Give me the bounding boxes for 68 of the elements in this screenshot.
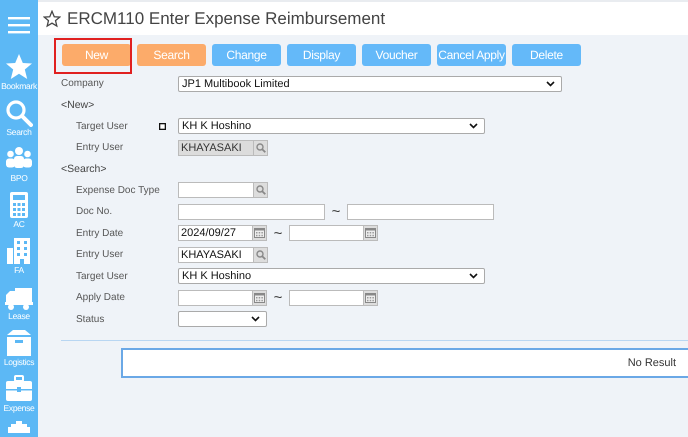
lookup-button[interactable] bbox=[254, 182, 268, 198]
result-message: No Result bbox=[628, 357, 676, 369]
calendar-icon bbox=[254, 228, 265, 238]
briefcase-icon[interactable] bbox=[4, 375, 33, 403]
field-label: Entry Date bbox=[76, 228, 124, 239]
caret-icon bbox=[546, 80, 555, 87]
calendar-button[interactable] bbox=[364, 225, 378, 242]
sidebar-label[interactable]: Logistics bbox=[4, 357, 34, 368]
calendar-button[interactable] bbox=[253, 225, 267, 242]
section-heading: <New> bbox=[61, 98, 96, 112]
menu-icon[interactable] bbox=[8, 16, 30, 34]
star-outline-icon[interactable] bbox=[43, 10, 61, 28]
field-label: Entry User bbox=[76, 142, 124, 154]
field-label: Doc No. bbox=[76, 206, 112, 218]
box-icon[interactable] bbox=[5, 329, 33, 357]
date-field[interactable] bbox=[289, 290, 364, 306]
calendar-button[interactable] bbox=[253, 290, 267, 306]
sidebar-label[interactable]: Expense bbox=[4, 403, 34, 414]
field-label: Target User bbox=[76, 120, 128, 132]
calendar-icon bbox=[365, 228, 376, 238]
action-button[interactable]: Delete bbox=[512, 44, 581, 66]
text-field[interactable] bbox=[178, 182, 254, 198]
page-title: ERCM110 Enter Expense Reimbursement bbox=[67, 8, 386, 28]
text-field[interactable]: KHAYASAKI bbox=[178, 246, 254, 263]
calendar-button[interactable] bbox=[364, 290, 378, 306]
search-icon bbox=[256, 185, 266, 196]
date-field[interactable]: 2024/09/27 bbox=[178, 225, 253, 242]
caret-icon bbox=[251, 316, 260, 322]
action-button[interactable]: Cancel Apply bbox=[437, 44, 506, 66]
action-button[interactable]: Change bbox=[212, 44, 281, 66]
action-button[interactable]: New bbox=[62, 44, 131, 66]
date-field[interactable] bbox=[178, 290, 253, 306]
search-icon[interactable] bbox=[5, 99, 33, 127]
section-heading: <Search> bbox=[61, 162, 108, 176]
dropdown[interactable]: KH K Hoshino bbox=[178, 118, 485, 134]
sidebar-label[interactable]: FA bbox=[14, 265, 24, 276]
caret-icon bbox=[469, 123, 478, 130]
sidebar-label[interactable]: Search bbox=[6, 127, 32, 138]
calendar-icon bbox=[254, 292, 265, 303]
action-button[interactable]: Voucher bbox=[362, 44, 431, 66]
search-icon bbox=[256, 250, 266, 260]
range-separator: ~ bbox=[272, 289, 284, 306]
search-icon bbox=[256, 142, 266, 153]
building-icon[interactable] bbox=[5, 237, 33, 265]
field-label: Target User bbox=[76, 270, 128, 282]
dropdown[interactable]: JP1 Multibook Limited bbox=[178, 76, 562, 92]
field-label: Company bbox=[61, 78, 104, 90]
range-separator: ~ bbox=[272, 224, 284, 242]
star-icon[interactable] bbox=[5, 53, 33, 81]
text-field[interactable] bbox=[347, 204, 494, 220]
sidebar-label[interactable]: Lease bbox=[8, 311, 30, 322]
calendar-icon bbox=[365, 292, 376, 303]
caret-icon bbox=[469, 273, 478, 280]
field-label: Entry User bbox=[76, 249, 124, 260]
lookup-button[interactable] bbox=[254, 246, 268, 263]
date-field[interactable] bbox=[289, 225, 364, 242]
field-label: Status bbox=[76, 314, 104, 325]
range-separator: ~ bbox=[330, 203, 342, 220]
action-button[interactable]: Display bbox=[287, 44, 356, 66]
sidebar-label[interactable]: AC bbox=[13, 219, 25, 230]
sidebar-label[interactable]: Bookmark bbox=[1, 81, 37, 92]
dropdown[interactable] bbox=[178, 311, 267, 328]
sidebar-label[interactable]: BPO bbox=[10, 173, 28, 184]
field-label: Expense Doc Type bbox=[76, 184, 160, 196]
field-label: Apply Date bbox=[76, 292, 125, 304]
dropdown[interactable]: KH K Hoshino bbox=[178, 268, 485, 284]
text-field[interactable] bbox=[178, 204, 325, 220]
action-button[interactable]: Search bbox=[137, 44, 206, 66]
